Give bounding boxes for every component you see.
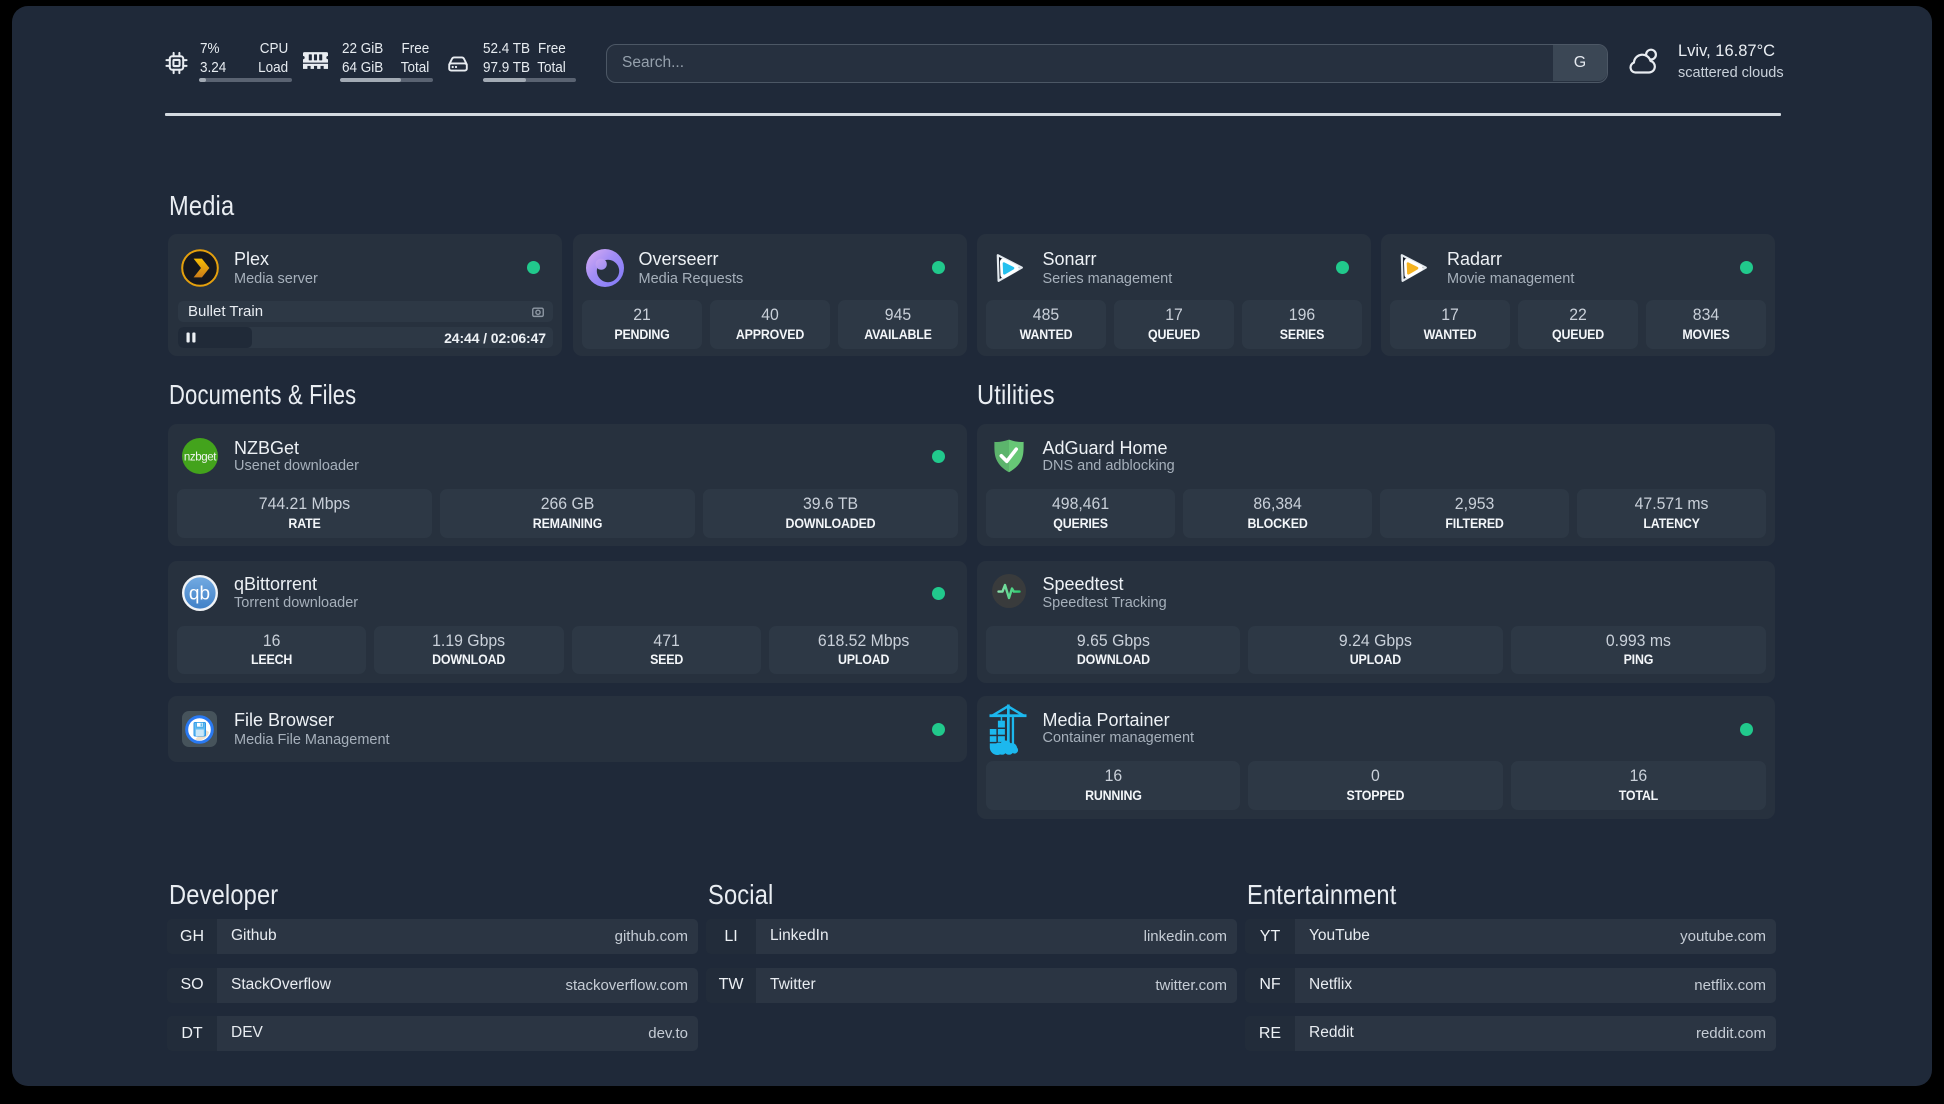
svg-text:qb: qb [189,583,210,604]
svg-text:nzbget: nzbget [184,452,217,464]
